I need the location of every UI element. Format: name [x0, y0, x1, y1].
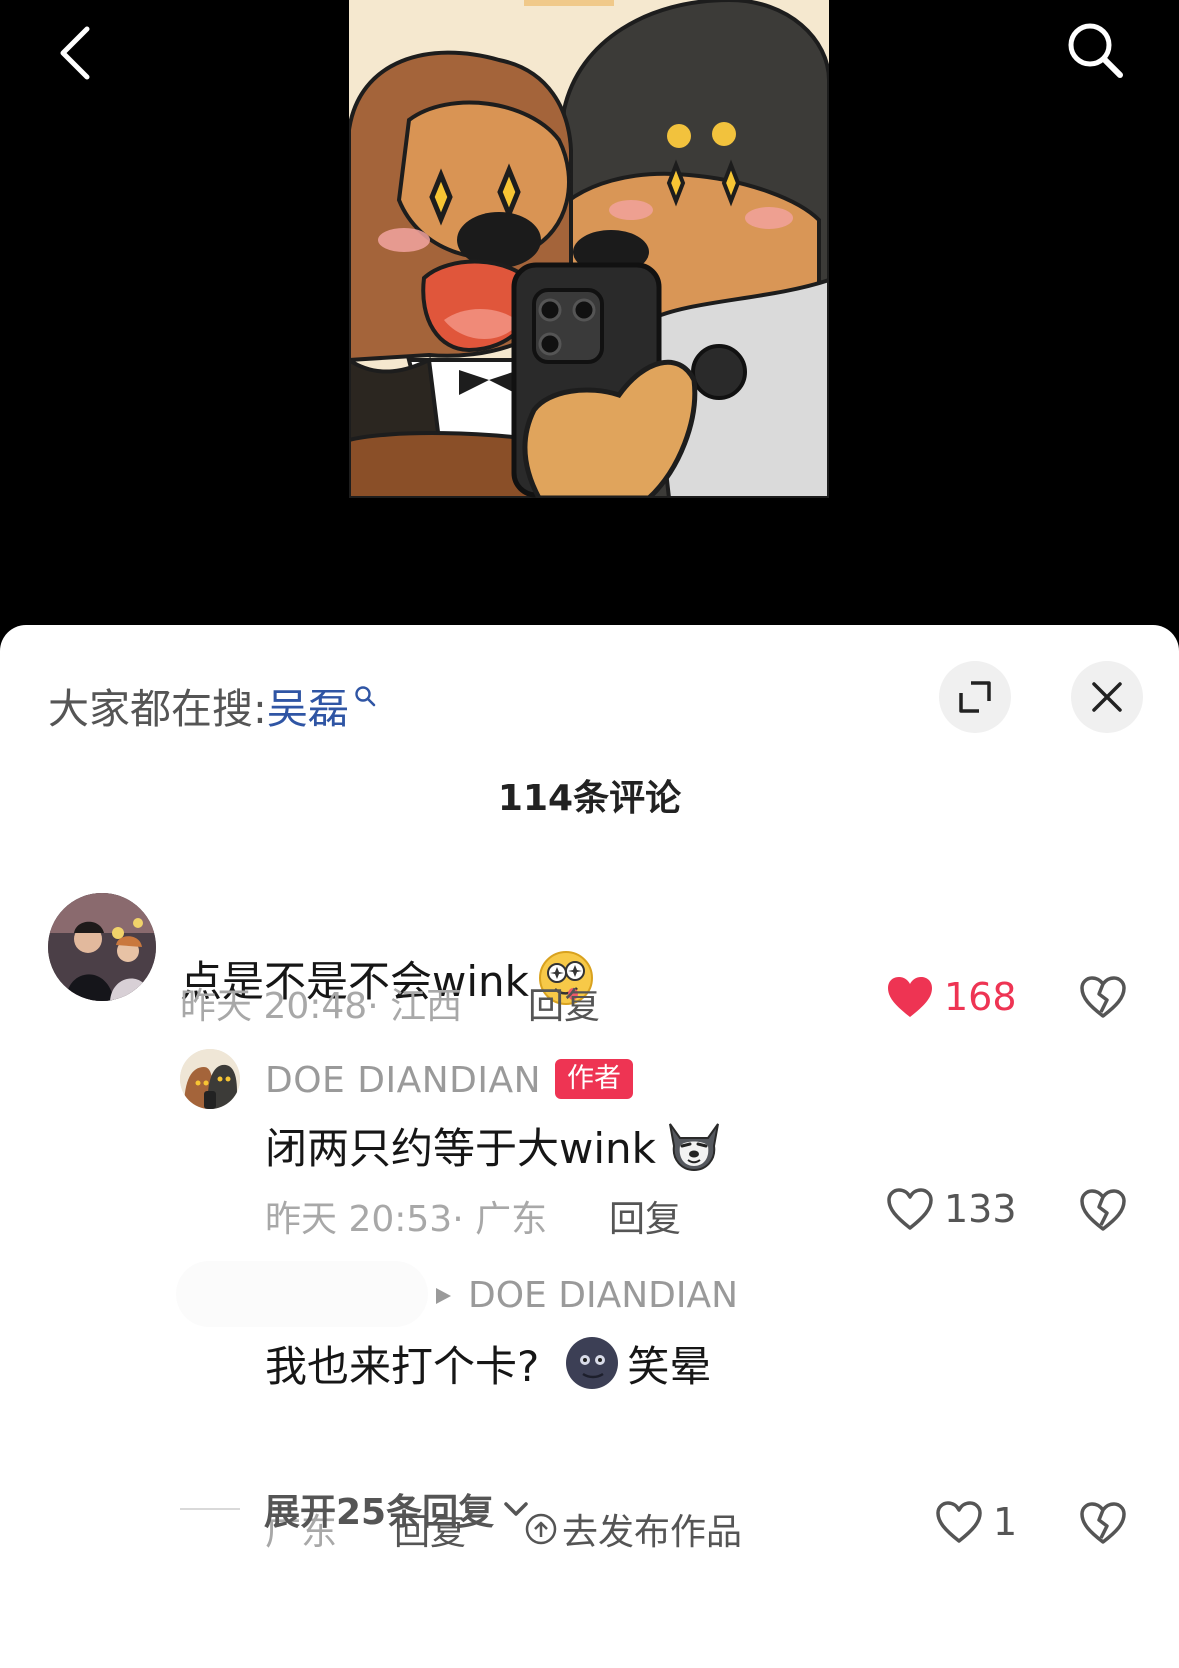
author-badge: 作者	[555, 1059, 633, 1099]
reply-time: 昨天 20:53	[265, 1199, 453, 1240]
reply-button[interactable]: 回复	[528, 977, 600, 1029]
dislike-button[interactable]	[1076, 1183, 1130, 1237]
dislike-button[interactable]	[1076, 970, 1130, 1024]
reply-text-2: 我也来打个卡? 笑晕	[265, 1331, 711, 1395]
reply-meta-row: 昨天 20:53· 广东	[265, 1199, 548, 1240]
video-artwork	[349, 0, 829, 498]
heart-outline-icon	[887, 1188, 933, 1230]
reply-location: 广东	[475, 1199, 548, 1240]
heart-outline-icon	[936, 1501, 982, 1543]
hidden-username	[176, 1261, 428, 1327]
like-button[interactable]: 133	[886, 1187, 1017, 1231]
reply-text: 闭两只约等于大wink	[265, 1113, 724, 1177]
publish-work-label: 去发布作品	[562, 1512, 743, 1553]
reply-target-name: DOE DIANDIAN	[468, 1275, 739, 1316]
reply-author-name[interactable]: DOE DIANDIAN	[265, 1060, 541, 1101]
commenter-avatar[interactable]	[48, 893, 156, 1001]
broken-heart-icon	[1080, 1189, 1126, 1231]
chevron-down-icon	[504, 1502, 528, 1516]
play-triangle-icon	[436, 1287, 451, 1304]
comment-sheet: 大家都在搜: 吴磊 114条评论 点是不是不会wink 昨天 20:48· 江西…	[0, 625, 1179, 1668]
search-suggestion-label: 大家都在搜:	[48, 685, 267, 733]
moon-face-emoji-icon	[566, 1337, 619, 1389]
emoji-text: 笑晕	[627, 1341, 712, 1391]
expand-replies-label: 展开25条回复	[264, 1492, 495, 1533]
divider-line	[180, 1508, 240, 1510]
search-icon	[1068, 23, 1123, 78]
author-avatar[interactable]	[180, 1049, 240, 1109]
like-count: 168	[944, 975, 1017, 1019]
search-suggestion[interactable]: 大家都在搜: 吴磊	[48, 675, 377, 735]
chevron-left-icon	[60, 26, 90, 80]
heart-filled-icon	[888, 977, 932, 1017]
like-count: 1	[993, 1500, 1018, 1544]
search-small-icon	[355, 686, 376, 707]
comment-meta: 昨天 20:48· 江西	[180, 986, 463, 1027]
expand-icon	[959, 681, 991, 713]
broken-heart-icon	[1080, 1502, 1126, 1544]
expand-replies-button[interactable]: 展开25条回复	[180, 1483, 530, 1535]
search-suggestion-term[interactable]: 吴磊	[267, 675, 349, 735]
like-button[interactable]: 168	[886, 975, 1017, 1019]
dislike-button[interactable]	[1076, 1496, 1130, 1550]
video-area[interactable]	[0, 0, 1179, 625]
reply-body: 我也来打个卡?	[265, 1341, 540, 1391]
reply-target[interactable]: DOE DIANDIAN	[432, 1275, 738, 1316]
comment-count: 114条评论	[497, 778, 682, 819]
husky-emoji-icon	[668, 1123, 719, 1172]
broken-heart-icon	[1080, 976, 1126, 1018]
search-button[interactable]	[1055, 10, 1135, 90]
app-screen: 大家都在搜: 吴磊 114条评论 点是不是不会wink 昨天 20:48· 江西…	[0, 0, 1179, 1668]
like-button[interactable]: 1	[935, 1500, 1017, 1544]
reply-body: 闭两只约等于大wink	[265, 1123, 656, 1173]
publish-work-button[interactable]: 去发布作品	[524, 1503, 742, 1555]
reply-button[interactable]: 回复	[609, 1190, 681, 1242]
comment-location: 江西	[390, 986, 463, 1027]
back-button[interactable]	[40, 18, 110, 88]
expand-sheet-button[interactable]	[939, 661, 1011, 733]
close-sheet-button[interactable]	[1071, 661, 1143, 733]
like-count: 133	[944, 1187, 1017, 1231]
close-icon	[1092, 682, 1122, 712]
comment-time: 昨天 20:48	[180, 986, 368, 1027]
